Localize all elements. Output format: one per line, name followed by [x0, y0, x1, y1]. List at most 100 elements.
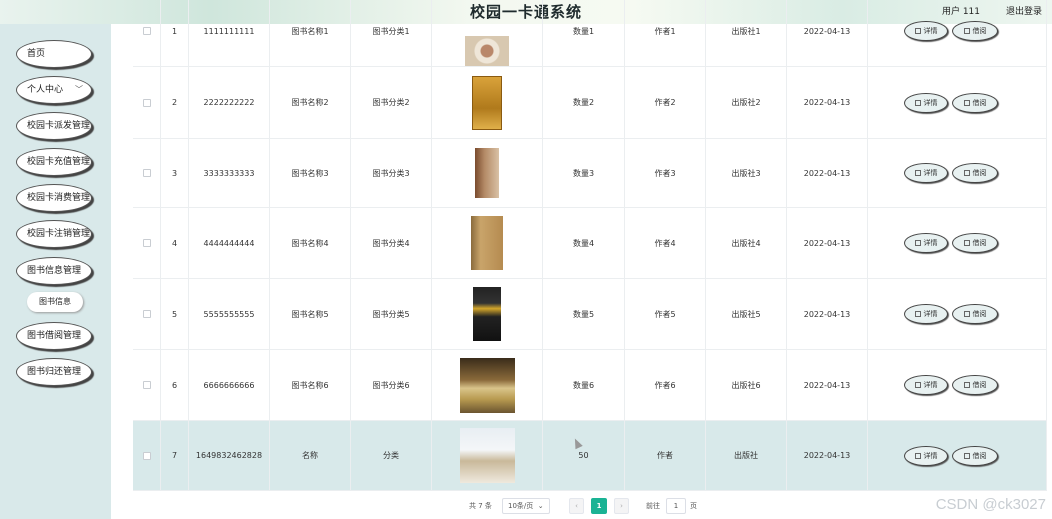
borrow-button[interactable]: 借阅 — [952, 445, 998, 466]
sidebar-item-card-issue[interactable]: 校园卡派发管理 — [16, 112, 92, 140]
table-row: 4 4444444444 图书名称4 图书分类4 数量4 作者4 出版社4 2022-04-1… — [133, 208, 1047, 279]
cell-qty: 数量6 — [543, 350, 625, 420]
book-cover-image — [473, 287, 501, 341]
table-row: 7 1649832462828 名称 分类 50 作者 出版社 2022-04-13 详情 借阅 — [133, 421, 1047, 491]
sidebar-item-book-info[interactable]: 图书信息管理 — [16, 257, 92, 285]
sidebar-item-book-borrow[interactable]: 图书借阅管理 — [16, 322, 92, 350]
cell-publisher: 出版社4 — [706, 208, 787, 278]
checkbox-cell — [133, 350, 161, 420]
goto-input[interactable]: 1 — [666, 498, 686, 514]
cell-name: 名称 — [270, 421, 351, 490]
cover-cell — [432, 0, 543, 66]
cell-category: 图书分类4 — [351, 208, 432, 278]
detail-button[interactable]: 详情 — [904, 445, 948, 466]
row-checkbox[interactable] — [142, 98, 151, 107]
cell-publisher: 出版社3 — [706, 139, 787, 207]
actions-cell: 详情 借阅 — [868, 0, 1047, 66]
document-icon — [914, 28, 921, 34]
chevron-right-icon: › — [620, 502, 623, 510]
book-cover-image — [465, 36, 509, 66]
cell-idx: 3 — [161, 139, 189, 207]
cell-date: 2022-04-13 — [787, 0, 868, 66]
cover-cell — [432, 208, 543, 278]
borrow-button[interactable]: 借阅 — [952, 233, 998, 253]
sidebar-item-label: 个人中心 — [27, 85, 64, 95]
submenu-book-info[interactable]: 图书信息 — [27, 292, 83, 312]
page-size-value: 10条/页 — [508, 502, 534, 510]
book-cover-image — [459, 428, 515, 483]
page-number-current[interactable]: 1 — [591, 498, 607, 514]
document-icon — [914, 311, 921, 317]
document-icon — [914, 382, 921, 388]
cell-publisher: 出版社2 — [706, 67, 787, 138]
actions-cell: 详情 借阅 — [868, 350, 1047, 420]
detail-button[interactable]: 详情 — [904, 304, 948, 324]
cell-author: 作者1 — [625, 0, 706, 66]
sidebar-item-home[interactable]: 首页 — [16, 40, 92, 68]
chevron-down-icon: ﹀ — [75, 85, 83, 94]
detail-label: 详情 — [923, 27, 938, 35]
actions-cell: 详情 借阅 — [868, 139, 1047, 207]
pagination: 共 7 条 10条/页 ⌄ ‹ 1 › 前往 1 页 — [111, 498, 1052, 516]
cell-qty: 50 — [543, 421, 625, 490]
cell-date: 2022-04-13 — [787, 279, 868, 349]
page-suffix: 页 — [690, 502, 697, 510]
page-size-select[interactable]: 10条/页 ⌄ — [502, 498, 550, 514]
cover-cell — [432, 279, 543, 349]
cell-code: 2222222222 — [189, 67, 270, 138]
row-checkbox[interactable] — [142, 451, 151, 460]
sidebar-item-personal-center[interactable]: 个人中心 ﹀ — [16, 76, 92, 104]
cell-code: 3333333333 — [189, 139, 270, 207]
detail-label: 详情 — [923, 239, 938, 247]
borrow-label: 借阅 — [972, 169, 987, 177]
cell-category: 图书分类3 — [351, 139, 432, 207]
cell-date: 2022-04-13 — [787, 139, 868, 207]
table-row: 6 6666666666 图书名称6 图书分类6 数量6 作者6 出版社6 2022-04-1… — [133, 350, 1047, 421]
cell-code: 1111111111 — [189, 0, 270, 66]
detail-label: 详情 — [923, 310, 938, 318]
checkbox-cell — [133, 139, 161, 207]
document-icon — [963, 311, 970, 317]
detail-button[interactable]: 详情 — [904, 233, 948, 253]
borrow-label: 借阅 — [972, 98, 987, 107]
borrow-button[interactable]: 借阅 — [952, 92, 998, 113]
detail-button[interactable]: 详情 — [904, 21, 948, 41]
row-checkbox[interactable] — [142, 310, 151, 318]
borrow-button[interactable]: 借阅 — [952, 304, 998, 324]
row-checkbox[interactable] — [142, 169, 151, 177]
document-icon — [963, 99, 970, 106]
cell-author: 作者5 — [625, 279, 706, 349]
next-page-button[interactable]: › — [614, 498, 629, 514]
row-checkbox[interactable] — [142, 27, 151, 35]
document-icon — [963, 452, 970, 459]
sidebar-item-card-cancel[interactable]: 校园卡注销管理 — [16, 220, 92, 248]
borrow-label: 借阅 — [972, 381, 987, 389]
sidebar-item-card-consume[interactable]: 校园卡消费管理 — [16, 184, 92, 212]
row-checkbox[interactable] — [142, 381, 151, 389]
cell-code: 5555555555 — [189, 279, 270, 349]
cell-idx: 4 — [161, 208, 189, 278]
prev-page-button[interactable]: ‹ — [569, 498, 584, 514]
cell-category: 图书分类5 — [351, 279, 432, 349]
borrow-label: 借阅 — [972, 239, 987, 247]
sidebar-item-card-recharge[interactable]: 校园卡充值管理 — [16, 148, 92, 176]
cell-code: 4444444444 — [189, 208, 270, 278]
detail-label: 详情 — [923, 98, 938, 107]
borrow-button[interactable]: 借阅 — [952, 163, 998, 183]
detail-button[interactable]: 详情 — [904, 375, 948, 395]
detail-button[interactable]: 详情 — [904, 92, 948, 113]
borrow-button[interactable]: 借阅 — [952, 375, 998, 395]
actions-cell: 详情 借阅 — [868, 421, 1047, 490]
sidebar-item-book-return[interactable]: 图书归还管理 — [16, 358, 92, 386]
detail-button[interactable]: 详情 — [904, 163, 948, 183]
cell-idx: 2 — [161, 67, 189, 138]
sidebar-item-label: 图书借阅管理 — [27, 331, 82, 341]
cover-cell — [432, 67, 543, 138]
cell-idx: 7 — [161, 421, 189, 490]
borrow-button[interactable]: 借阅 — [952, 21, 998, 41]
cell-date: 2022-04-13 — [787, 67, 868, 138]
detail-label: 详情 — [923, 169, 938, 177]
row-checkbox[interactable] — [142, 239, 151, 247]
pagination-total: 共 7 条 — [469, 502, 492, 510]
cell-code: 6666666666 — [189, 350, 270, 420]
